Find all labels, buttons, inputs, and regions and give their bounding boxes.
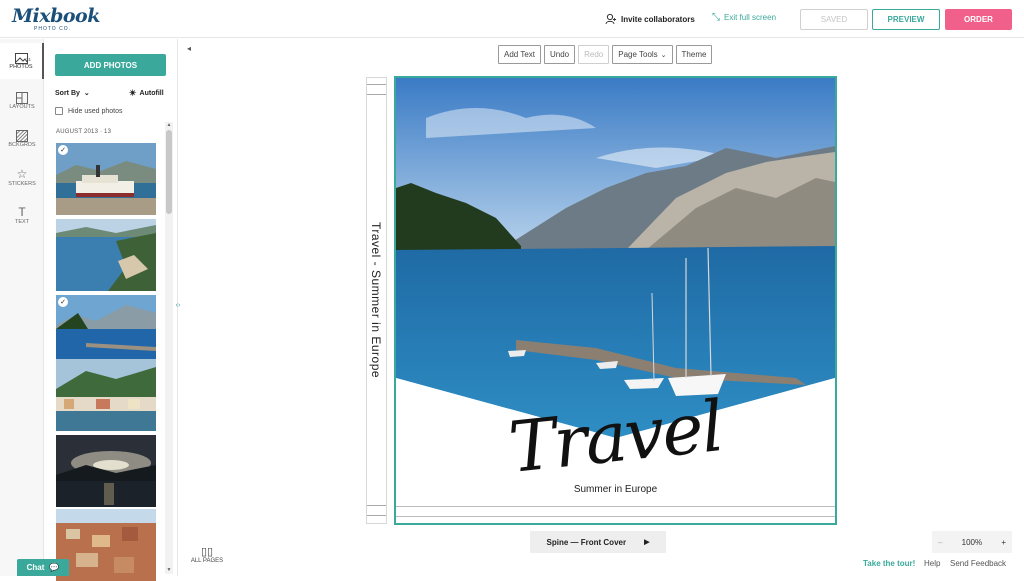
undo-button[interactable]: Undo (543, 45, 576, 64)
autofill-label: Autofill (139, 90, 164, 97)
photo-thumbnail[interactable] (56, 435, 156, 507)
sort-by-dropdown[interactable]: Sort By ⌄ (55, 89, 90, 98)
backgrounds-icon (16, 130, 28, 142)
nav-photos[interactable]: 31 PHOTOS (0, 43, 44, 79)
cover-guide-line (396, 516, 835, 517)
photo-thumbnail[interactable] (56, 509, 156, 581)
zoom-level: 100% (961, 537, 983, 547)
chevron-down-icon: ⌄ (83, 90, 90, 97)
chat-button[interactable]: Chat 💬 (17, 559, 69, 576)
collapse-panel-icon[interactable]: ◂ (183, 44, 195, 56)
left-nav: 31 PHOTOS LAYOUTS BCKGRDS ☆ STICKERS T T… (0, 39, 44, 576)
zoom-in-button[interactable]: + (1001, 538, 1006, 547)
scrollbar-thumb[interactable] (166, 130, 172, 214)
next-page-icon[interactable]: ▶ (644, 538, 649, 546)
invite-collaborators-button[interactable]: Invite collaborators (605, 11, 695, 27)
page-tools-dropdown[interactable]: Page Tools ⌄ (612, 45, 673, 64)
preview-button[interactable]: PREVIEW (872, 9, 940, 30)
all-pages-label: ALL PAGES (190, 558, 224, 564)
nav-backgrounds[interactable]: BCKGRDS (0, 121, 44, 157)
cover-subtitle[interactable]: Summer in Europe (396, 484, 835, 495)
front-cover[interactable]: Travel Summer in Europe (394, 76, 837, 525)
fullscreen-icon: ⤡ (712, 12, 720, 23)
photo-count-badge: 31 (26, 57, 32, 62)
rooftops-photo (56, 509, 156, 581)
photo-thumbnail[interactable]: ✓ (56, 295, 156, 367)
nav-stickers[interactable]: ☆ STICKERS (0, 159, 44, 195)
lake-aerial-photo (56, 219, 156, 291)
chat-bubble-icon: 💬 (49, 563, 60, 572)
town-photo (56, 359, 156, 431)
nav-stickers-label: STICKERS (8, 181, 36, 187)
nav-text-label: TEXT (14, 219, 30, 225)
scroll-down-icon[interactable]: ▼ (165, 567, 173, 574)
star-icon: ☆ (16, 167, 28, 181)
spine-guide-line (367, 84, 386, 85)
spine-guide-line (367, 94, 386, 95)
chat-label: Chat (26, 563, 45, 572)
exit-fullscreen-button[interactable]: ⤡ Exit full screen (712, 12, 776, 23)
zoom-control: – 100% + (932, 531, 1012, 553)
harbor-photo (56, 295, 156, 367)
saved-button[interactable]: SAVED (800, 9, 868, 30)
logo-subtext: PHOTO CO. (34, 26, 71, 32)
hide-used-checkbox[interactable] (55, 107, 63, 115)
used-check-icon: ✓ (58, 145, 68, 155)
sunset-photo (56, 435, 156, 507)
scroll-up-icon[interactable]: ▲ (165, 122, 173, 129)
nav-photos-label: PHOTOS (9, 63, 33, 70)
exit-fullscreen-label: Exit full screen (724, 13, 777, 22)
ferry-photo (56, 143, 156, 215)
spine-guide-line (367, 505, 386, 506)
spine-guide-line (367, 515, 386, 516)
cover-guide-line (396, 506, 835, 507)
mixbook-logo[interactable]: Mixbook PHOTO CO. (12, 5, 100, 32)
logo-text: Mixbook (12, 5, 100, 27)
page-navigator[interactable]: Spine — Front Cover ▶ (530, 531, 666, 553)
top-bar: Mixbook PHOTO CO. Invite collaborators ⤡… (0, 0, 1024, 38)
photo-thumbnail[interactable]: ✓ (56, 143, 156, 215)
all-pages-button[interactable]: ▯▯ ALL PAGES (190, 546, 224, 564)
nav-layouts[interactable]: LAYOUTS (0, 83, 44, 119)
invite-label: Invite collaborators (621, 14, 695, 24)
book-icon: ▯▯ (200, 546, 214, 558)
add-text-button[interactable]: Add Text (498, 45, 541, 64)
resize-handle-icon[interactable]: ‹› (172, 302, 184, 314)
photo-thumbnail[interactable] (56, 219, 156, 291)
hide-used-toggle[interactable]: Hide used photos (55, 107, 122, 115)
theme-button[interactable]: Theme (675, 45, 713, 64)
zoom-out-button[interactable]: – (938, 538, 942, 547)
page-tools-label: Page Tools (618, 50, 658, 59)
magic-wand-icon: ✴ (129, 88, 137, 98)
photo-thumbnail[interactable] (56, 359, 156, 431)
nav-layouts-label: LAYOUTS (9, 104, 35, 110)
photo-panel: ADD PHOTOS Sort By ⌄ ✴ Autofill Hide use… (44, 39, 178, 581)
spine-text[interactable]: Travel - Summer in Europe (369, 222, 383, 378)
nav-backgrounds-label: BCKGRDS (8, 142, 36, 148)
photo-scrollbar[interactable]: ▲ ▼ (165, 122, 173, 574)
photo-group-label: AUGUST 2013 · 13 (56, 129, 112, 135)
add-photos-button[interactable]: ADD PHOTOS (55, 54, 166, 76)
current-page-label: Spine — Front Cover (546, 537, 627, 547)
send-feedback-link[interactable]: Send Feedback (950, 559, 1006, 568)
chevron-down-icon: ⌄ (660, 51, 667, 59)
user-add-icon (605, 13, 616, 25)
redo-button[interactable]: Redo (578, 45, 610, 64)
hide-used-label: Hide used photos (68, 107, 123, 115)
take-tour-link[interactable]: Take the tour! (863, 559, 915, 568)
autofill-button[interactable]: ✴ Autofill (129, 88, 164, 99)
nav-text[interactable]: T TEXT (0, 197, 44, 233)
sort-by-label: Sort By (55, 89, 80, 97)
used-check-icon: ✓ (58, 297, 68, 307)
text-icon: T (18, 205, 26, 219)
help-link[interactable]: Help (924, 559, 940, 568)
layouts-icon (16, 92, 28, 104)
order-button[interactable]: ORDER (945, 9, 1012, 30)
editor-toolbar: Add Text Undo Redo Page Tools ⌄ Theme (498, 45, 713, 64)
